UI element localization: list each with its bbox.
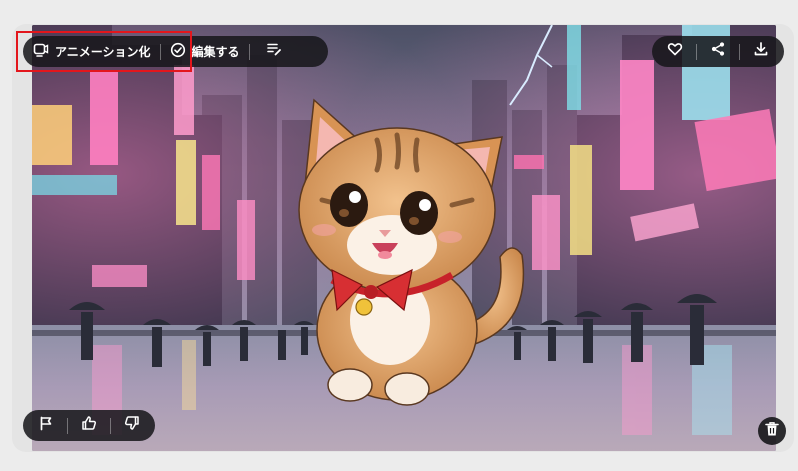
toolbar-divider bbox=[67, 417, 68, 434]
flag-icon bbox=[38, 415, 54, 436]
heart-icon bbox=[667, 41, 683, 62]
playlist-edit-icon bbox=[266, 41, 282, 62]
animate-icon bbox=[33, 42, 49, 61]
share-button[interactable] bbox=[703, 37, 733, 67]
edit-button[interactable]: 編集する bbox=[170, 42, 240, 61]
animate-label: アニメーション化 bbox=[55, 45, 151, 59]
toolbar-divider bbox=[739, 43, 740, 60]
toolbar-divider bbox=[696, 43, 697, 60]
delete-button[interactable] bbox=[758, 417, 786, 445]
share-icon bbox=[710, 41, 726, 62]
check-circle-icon bbox=[170, 42, 186, 61]
like-button[interactable] bbox=[74, 411, 104, 441]
prompt-edit-button[interactable] bbox=[259, 37, 289, 67]
animate-button[interactable]: アニメーション化 bbox=[33, 42, 151, 61]
edit-label: 編集する bbox=[191, 45, 240, 59]
toolbar-divider bbox=[159, 43, 161, 60]
generated-image[interactable] bbox=[32, 25, 776, 451]
dislike-button[interactable] bbox=[117, 411, 147, 441]
thumbs-down-icon bbox=[124, 415, 140, 436]
favorite-button[interactable] bbox=[660, 37, 690, 67]
thumbs-up-icon bbox=[81, 415, 97, 436]
image-share-toolbar bbox=[652, 36, 784, 67]
toolbar-divider bbox=[248, 43, 250, 60]
download-button[interactable] bbox=[746, 37, 776, 67]
toolbar-divider bbox=[110, 417, 111, 434]
trash-icon bbox=[765, 421, 779, 442]
image-action-toolbar: アニメーション化 編集する bbox=[23, 36, 328, 67]
report-button[interactable] bbox=[31, 411, 61, 441]
feedback-toolbar bbox=[23, 410, 155, 441]
download-icon bbox=[753, 41, 769, 62]
